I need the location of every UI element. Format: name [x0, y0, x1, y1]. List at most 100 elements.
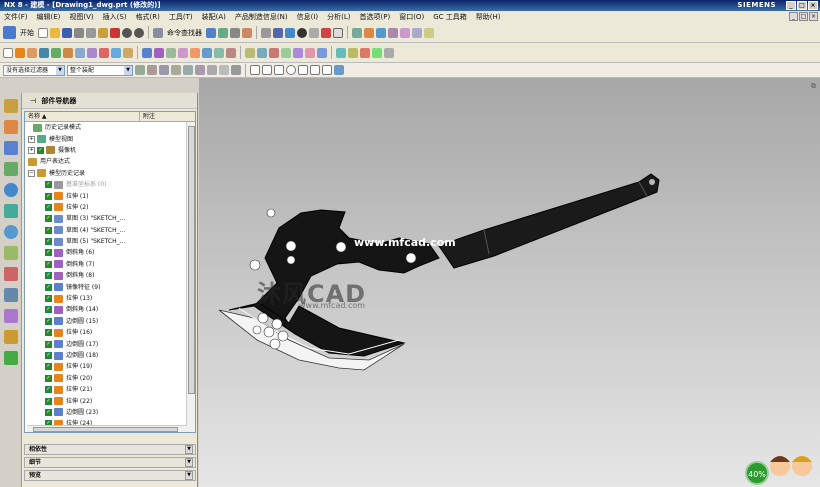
pin-icon[interactable]: ⊣ — [30, 97, 36, 105]
render-style-icon[interactable] — [297, 27, 307, 38]
open-folder-icon[interactable] — [50, 27, 60, 38]
snap-center-icon[interactable] — [183, 65, 193, 75]
datum-plane-icon[interactable] — [412, 27, 422, 38]
menu-view[interactable]: 视图(V) — [69, 12, 93, 22]
tree-row[interactable]: ✓ 边倒圆 (15) — [25, 316, 195, 327]
visibility-checkbox[interactable]: ✓ — [45, 340, 52, 348]
history-icon[interactable] — [3, 225, 18, 239]
tree-row[interactable]: ✓ 拉伸 (13) — [25, 293, 195, 304]
visibility-checkbox[interactable]: ✓ — [45, 329, 52, 337]
tree-row[interactable]: ✓ 基准坐标系 (0) — [25, 179, 195, 190]
menu-preferences[interactable]: 首选项(P) — [360, 12, 391, 22]
doc-close-button[interactable]: × — [809, 12, 818, 21]
grid-snap-icon[interactable] — [250, 65, 260, 75]
visibility-checkbox[interactable]: ✓ — [45, 272, 52, 280]
visibility-checkbox[interactable]: ✓ — [45, 386, 52, 394]
minimize-button[interactable]: _ — [786, 1, 796, 10]
revolve-icon[interactable] — [27, 47, 37, 58]
unite-icon[interactable] — [99, 47, 109, 58]
visibility-checkbox[interactable]: ✓ — [45, 249, 52, 257]
tree-row[interactable]: + 模型视图 — [25, 133, 195, 144]
tree-row[interactable]: ✓ 拉伸 (20) — [25, 373, 195, 384]
snap-midpoint-icon[interactable] — [171, 65, 181, 75]
tree-row[interactable]: ✓ 拉伸 (1) — [25, 190, 195, 201]
graphics-window[interactable]: ⧉ www.mfcad.com 沐风CAD www.mfcad.com — [199, 78, 820, 487]
assembly-icon[interactable] — [384, 47, 394, 58]
doc-restore-button[interactable]: □ — [799, 12, 808, 21]
tree-row[interactable]: ✓ 边倒圆 (23) — [25, 407, 195, 418]
curvature-icon[interactable] — [372, 47, 382, 58]
selection-filter-dropdown[interactable]: 没有选择过滤器 — [3, 64, 65, 76]
tree-row[interactable]: ✓ 拉伸 (2) — [25, 202, 195, 213]
constraint-nav-icon[interactable] — [3, 120, 18, 134]
move-face-icon[interactable] — [293, 47, 303, 58]
tree-row[interactable]: 用户表达式 — [25, 156, 195, 167]
on-curve-snap-icon[interactable] — [298, 65, 308, 75]
orient-view-icon[interactable] — [273, 27, 283, 38]
start-icon[interactable] — [3, 26, 16, 39]
visibility-checkbox[interactable]: ✓ — [45, 306, 52, 314]
tree-row[interactable]: ✓ 草图 (4) "SKETCH_... — [25, 225, 195, 236]
measure-icon[interactable] — [400, 27, 410, 38]
visibility-checkbox[interactable]: ✓ — [45, 397, 52, 405]
snap-intersection-icon[interactable] — [207, 65, 217, 75]
snap-existing-point-icon[interactable] — [219, 65, 229, 75]
panel-details[interactable]: 细节 ▼ — [24, 457, 196, 468]
offset-face-icon[interactable] — [245, 47, 255, 58]
tree-vertical-scrollbar[interactable] — [186, 122, 195, 432]
command-finder-label[interactable]: 命令查找器 — [167, 28, 202, 38]
tree-row[interactable]: ✓ 拉伸 (19) — [25, 361, 195, 372]
menu-file[interactable]: 文件(F) — [4, 12, 28, 22]
tree-row[interactable]: ✓ 倒斜角 (8) — [25, 270, 195, 281]
paste-icon[interactable] — [98, 27, 108, 38]
dimension-icon[interactable] — [424, 27, 434, 38]
tree-row[interactable]: ✓ 边倒圆 (17) — [25, 338, 195, 349]
bounded-snap-icon[interactable] — [322, 65, 332, 75]
replace-face-icon[interactable] — [305, 47, 315, 58]
wcs-icon[interactable] — [364, 27, 374, 38]
snap-icon[interactable] — [388, 27, 398, 38]
snap-quadrant-icon[interactable] — [195, 65, 205, 75]
tree-row[interactable]: ✓ 拉伸 (16) — [25, 327, 195, 338]
menu-info[interactable]: 信息(I) — [297, 12, 319, 22]
manufacturing-wizard-icon[interactable] — [3, 288, 18, 302]
thicken-icon[interactable] — [269, 47, 279, 58]
visibility-checkbox[interactable]: ✓ — [45, 203, 52, 211]
visibility-checkbox[interactable]: ✓ — [45, 363, 52, 371]
panel-preview[interactable]: 预览 ▼ — [24, 470, 196, 481]
visibility-checkbox[interactable]: ✓ — [45, 181, 52, 189]
hd3d-icon[interactable] — [3, 183, 18, 197]
select-all-icon[interactable] — [147, 65, 157, 75]
section-icon[interactable] — [321, 27, 331, 38]
roles-icon[interactable] — [3, 309, 18, 323]
visibility-checkbox[interactable]: ✓ — [45, 260, 52, 268]
visibility-checkbox[interactable]: ✓ — [45, 295, 52, 303]
sew-icon[interactable] — [281, 47, 291, 58]
tree-hscroll-thumb[interactable] — [33, 427, 178, 432]
collapse-icon[interactable]: − — [28, 169, 35, 177]
system-scenes-icon[interactable] — [3, 330, 18, 344]
tree-row[interactable]: ✓ 镜像特征 (9) — [25, 281, 195, 292]
assembly-nav-icon[interactable] — [3, 99, 18, 113]
tree-horizontal-scrollbar[interactable] — [27, 425, 187, 432]
menu-analysis[interactable]: 分析(L) — [327, 12, 350, 22]
hole-icon[interactable] — [39, 47, 49, 58]
shaded-icon[interactable] — [285, 27, 295, 38]
pattern-icon[interactable] — [190, 47, 200, 58]
split-body-icon[interactable] — [226, 47, 236, 58]
part-nav-icon[interactable] — [3, 141, 18, 155]
select-icon[interactable] — [261, 27, 271, 38]
column-name-header[interactable]: 名称 ▲ — [25, 112, 140, 121]
filter-settings-icon[interactable] — [135, 65, 145, 75]
rotate-icon[interactable] — [242, 27, 252, 38]
sketch-icon[interactable] — [3, 47, 13, 58]
tree-row[interactable]: ✓ 倒斜角 (14) — [25, 304, 195, 315]
visibility-checkbox[interactable]: ✓ — [37, 146, 44, 154]
edge-blend-icon[interactable] — [142, 47, 152, 58]
curve-icon[interactable] — [348, 47, 358, 58]
delete-icon[interactable] — [110, 27, 120, 38]
layer-icon[interactable] — [352, 27, 362, 38]
menu-help[interactable]: 帮助(H) — [476, 12, 501, 22]
visibility-checkbox[interactable]: ✓ — [45, 317, 52, 325]
close-button[interactable]: × — [808, 1, 818, 10]
